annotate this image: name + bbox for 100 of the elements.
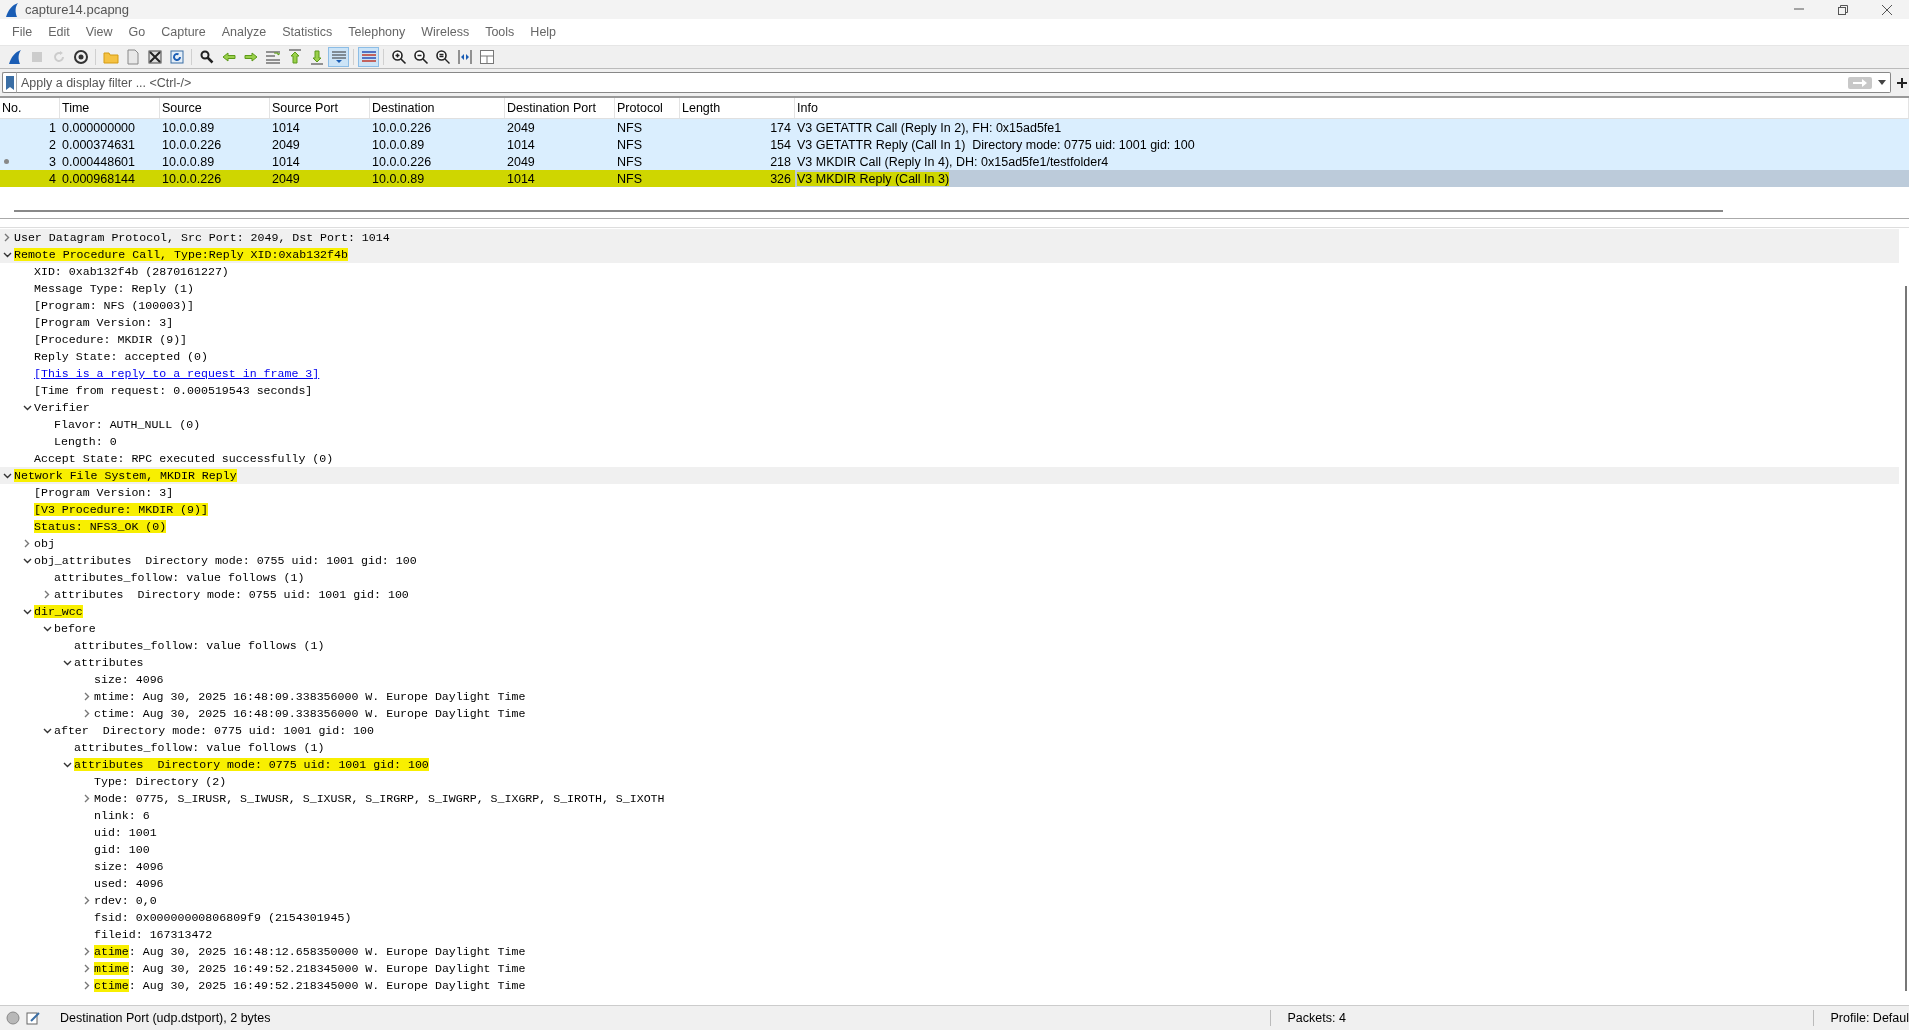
tree-item[interactable]: Flavor: AUTH_NULL (0) [54, 418, 201, 431]
menu-item[interactable]: File [4, 25, 41, 39]
tree-item[interactable]: User Datagram Protocol, Src Port: 2049, Dst Port: 1014 [14, 231, 390, 244]
packet-row[interactable]: 1 0.000000000 10.0.0.89 1014 10.0.0.226 2049 NFS 174 V3 GETATTR Call (Reply In 2), FH: 0x15ad5fe1 [0, 119, 1909, 136]
tree-item[interactable]: [Program Version: 3] [34, 486, 174, 499]
tree-item[interactable]: used: 4096 [94, 877, 164, 890]
column-header[interactable]: Source Port [270, 98, 370, 118]
chevron-down-icon[interactable] [2, 251, 12, 258]
arrow-down-icon[interactable] [308, 49, 325, 65]
tree-item[interactable]: Accept State: RPC executed successfully (0) [34, 452, 334, 465]
tree-item[interactable]: obj [34, 537, 55, 550]
tree-item[interactable]: gid: 100 [94, 843, 150, 856]
link[interactable]: [This is a reply to a request in frame 3] [34, 367, 320, 380]
chevron-down-icon[interactable] [42, 625, 52, 632]
menu-item[interactable]: Capture [153, 25, 214, 39]
menu-item[interactable]: Statistics [274, 25, 341, 39]
tree-item[interactable]: attributes_follow: value follows (1) [54, 571, 305, 584]
tree-item[interactable]: Length: 0 [54, 435, 117, 448]
jump-icon[interactable] [264, 49, 281, 65]
bookmark-icon[interactable] [5, 75, 14, 90]
tree-item[interactable]: Status: NFS3_OK (0) [34, 520, 167, 533]
menu-item[interactable]: Edit [40, 25, 78, 39]
restore-icon[interactable] [1837, 3, 1849, 16]
tree-item[interactable]: size: 4096 [94, 673, 164, 686]
tree-item[interactable]: dir_wcc [34, 605, 83, 618]
scrollbar-thumb[interactable] [1905, 286, 1907, 991]
tree-item[interactable]: attributes_follow: value follows (1) [74, 741, 325, 754]
tree-item[interactable]: mtime: Aug 30, 2025 16:49:52.218345000 W. Europe Daylight Time [94, 962, 526, 975]
tree-item[interactable]: obj_attributes Directory mode: 0755 uid: 1001 gid: 100 [34, 554, 417, 567]
column-header[interactable]: Time [60, 98, 160, 118]
edit-icon[interactable] [26, 1011, 40, 1025]
chevron-right-icon[interactable] [4, 233, 10, 242]
layout-icon[interactable] [478, 49, 495, 65]
menu-item[interactable]: Analyze [213, 25, 275, 39]
tree-item[interactable]: mtime: Aug 30, 2025 16:48:09.338356000 W. Europe Daylight Time [94, 690, 526, 703]
menu-item[interactable]: Help [522, 25, 565, 39]
menu-item[interactable]: Wireless [413, 25, 478, 39]
chevron-right-icon[interactable] [84, 981, 90, 990]
tree-item[interactable]: Mode: 0775, S_IRUSR, S_IWUSR, S_IXUSR, S_IRGRP, S_IWGRP, S_IXGRP, S_IROTH, S_IXOTH [94, 792, 665, 805]
close-icon[interactable] [1881, 3, 1893, 16]
close-file-icon[interactable] [146, 49, 163, 65]
tree-item[interactable]: ctime: Aug 30, 2025 16:48:09.338356000 W. Europe Daylight Time [94, 707, 526, 720]
tree-item[interactable]: [V3 Procedure: MKDIR (9)] [34, 503, 208, 516]
tree-item[interactable]: nlink: 6 [94, 809, 150, 822]
resize-columns-icon[interactable] [456, 49, 473, 65]
chevron-right-icon[interactable] [24, 539, 30, 548]
chevron-down-icon[interactable] [22, 404, 32, 411]
column-header[interactable]: No. [0, 98, 60, 118]
plus-icon[interactable] [1897, 77, 1907, 88]
zoom-reset-icon[interactable] [434, 49, 451, 65]
chevron-right-icon[interactable] [84, 947, 90, 956]
search-icon[interactable] [198, 49, 215, 65]
arrow-right-icon[interactable] [242, 49, 259, 65]
packet-row[interactable]: 2 0.000374631 10.0.0.226 2049 10.0.0.89 1014 NFS 154 V3 GETATTR Reply (Call In 1) Directory mode: 0775 uid: 1001 gid: 100 [0, 136, 1909, 153]
tree-item[interactable]: fileid: 167313472 [94, 928, 213, 941]
packet-row[interactable]: 4 0.000968144 10.0.0.226 2049 10.0.0.89 1014 NFS 326 V3 MKDIR Reply (Call In 3) [0, 170, 1909, 187]
column-header[interactable]: Length [680, 98, 795, 118]
zoom-in-icon[interactable] [390, 49, 407, 65]
tree-item[interactable]: [Program Version: 3] [34, 316, 174, 329]
tree-item[interactable]: Network File System, MKDIR Reply [14, 469, 237, 482]
tree-item[interactable]: Remote Procedure Call, Type:Reply XID:0xab132f4b [14, 248, 348, 261]
arrow-up-icon[interactable] [286, 49, 303, 65]
column-header[interactable]: Source [160, 98, 270, 118]
tree-item[interactable]: attributes [74, 656, 144, 669]
reload-icon[interactable] [168, 49, 185, 65]
tree-item[interactable]: rdev: 0,0 [94, 894, 157, 907]
column-header[interactable]: Protocol [615, 98, 680, 118]
colorize-icon[interactable] [360, 49, 377, 65]
tree-item[interactable]: uid: 1001 [94, 826, 157, 839]
tree-item[interactable]: before [54, 622, 96, 635]
fin-icon[interactable] [6, 49, 23, 65]
tree-item[interactable]: atime: Aug 30, 2025 16:48:12.658350000 W. Europe Daylight Time [94, 945, 526, 958]
profile-label[interactable]: Profile: Defaul [1820, 1011, 1909, 1025]
tree-item[interactable]: [Time from request: 0.000519543 seconds] [34, 384, 313, 397]
tree-item[interactable]: XID: 0xab132f4b (2870161227) [34, 265, 229, 278]
column-header[interactable]: Info [795, 98, 1909, 118]
status-circle-icon[interactable] [6, 1011, 20, 1025]
tree-item[interactable]: after Directory mode: 0775 uid: 1001 gid: 100 [54, 724, 375, 737]
chevron-right-icon[interactable] [84, 692, 90, 701]
arrow-left-icon[interactable] [220, 49, 237, 65]
column-header[interactable]: Destination [370, 98, 505, 118]
tree-item[interactable]: ctime: Aug 30, 2025 16:49:52.218345000 W. Europe Daylight Time [94, 979, 526, 992]
chevron-right-icon[interactable] [84, 964, 90, 973]
autoscroll-icon[interactable] [330, 49, 347, 65]
scrollbar-thumb[interactable] [14, 207, 1723, 212]
chevron-right-icon[interactable] [84, 896, 90, 905]
chevron-right-icon[interactable] [84, 794, 90, 803]
menu-item[interactable]: Go [120, 25, 154, 39]
menu-item[interactable]: Telephony [340, 25, 414, 39]
zoom-out-icon[interactable] [412, 49, 429, 65]
tree-item[interactable]: [Procedure: MKDIR (9)] [34, 333, 188, 346]
tree-item[interactable]: Reply State: accepted (0) [34, 350, 208, 363]
tree-item[interactable]: attributes_follow: value follows (1) [74, 639, 325, 652]
chevron-down-icon[interactable] [2, 472, 12, 479]
chevron-right-icon[interactable] [44, 590, 50, 599]
tree-item[interactable]: attributes Directory mode: 0775 uid: 1001 gid: 100 [74, 758, 429, 771]
menu-item[interactable]: Tools [477, 25, 523, 39]
chevron-down-icon[interactable] [22, 608, 32, 615]
tree-item[interactable]: Type: Directory (2) [94, 775, 227, 788]
chevron-down-icon[interactable] [62, 659, 72, 666]
